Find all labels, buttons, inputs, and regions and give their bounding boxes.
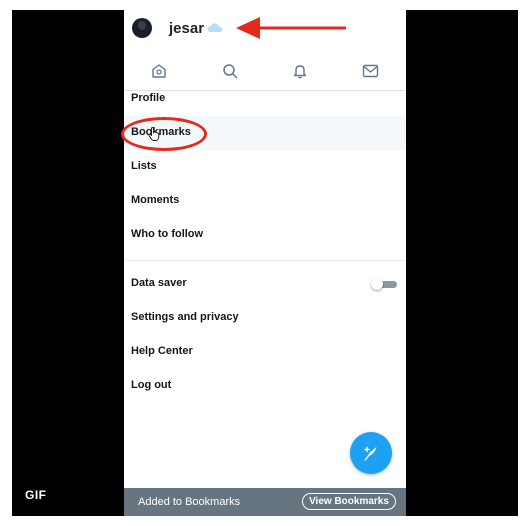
mobile-app-screen: jesar Profile Bookmarks Lists Moments Wh… [124,10,406,516]
menu-item-label: Settings and privacy [131,311,239,323]
menu-item-settings[interactable]: Settings and privacy [124,301,406,335]
mail-icon [362,64,378,78]
toggle-knob [371,278,383,290]
menu-item-label: Help Center [131,345,193,357]
bell-icon [293,65,307,79]
username[interactable]: jesar [169,20,204,37]
home-icon [152,64,166,78]
view-bookmarks-button[interactable]: View Bookmarks [302,493,396,510]
hand-pointer-cursor-icon [148,127,160,141]
gif-badge: GIF [25,488,47,502]
menu-item-data-saver[interactable]: Data saver [124,267,406,301]
menu-item-log-out[interactable]: Log out [124,369,406,403]
menu-item-label: Who to follow [131,228,204,240]
account-header: jesar [124,10,406,50]
menu-item-moments[interactable]: Moments [124,184,406,218]
menu-item-help-center[interactable]: Help Center [124,335,406,369]
menu-item-profile[interactable]: Profile [124,82,406,116]
menu-item-lists[interactable]: Lists [124,150,406,184]
data-saver-toggle[interactable] [371,278,397,290]
annotation-arrow [236,17,346,39]
menu-item-label: Lists [131,160,157,172]
compose-tweet-button[interactable] [350,432,392,474]
search-icon [223,64,238,79]
menu-divider [124,260,406,261]
toast-message: Added to Bookmarks [138,496,241,508]
compose-quill-icon [364,446,377,461]
menu-item-label: Profile [131,92,166,104]
menu-item-label: Log out [131,379,172,391]
cloud-icon [207,23,223,32]
avatar[interactable] [132,18,152,38]
menu-item-label: Data saver [131,277,187,289]
annotation-circle [121,117,207,151]
toast-notification: Added to Bookmarks View Bookmarks [124,488,406,516]
menu-item-label: Moments [131,194,180,206]
menu-item-who-to-follow[interactable]: Who to follow [124,218,406,252]
